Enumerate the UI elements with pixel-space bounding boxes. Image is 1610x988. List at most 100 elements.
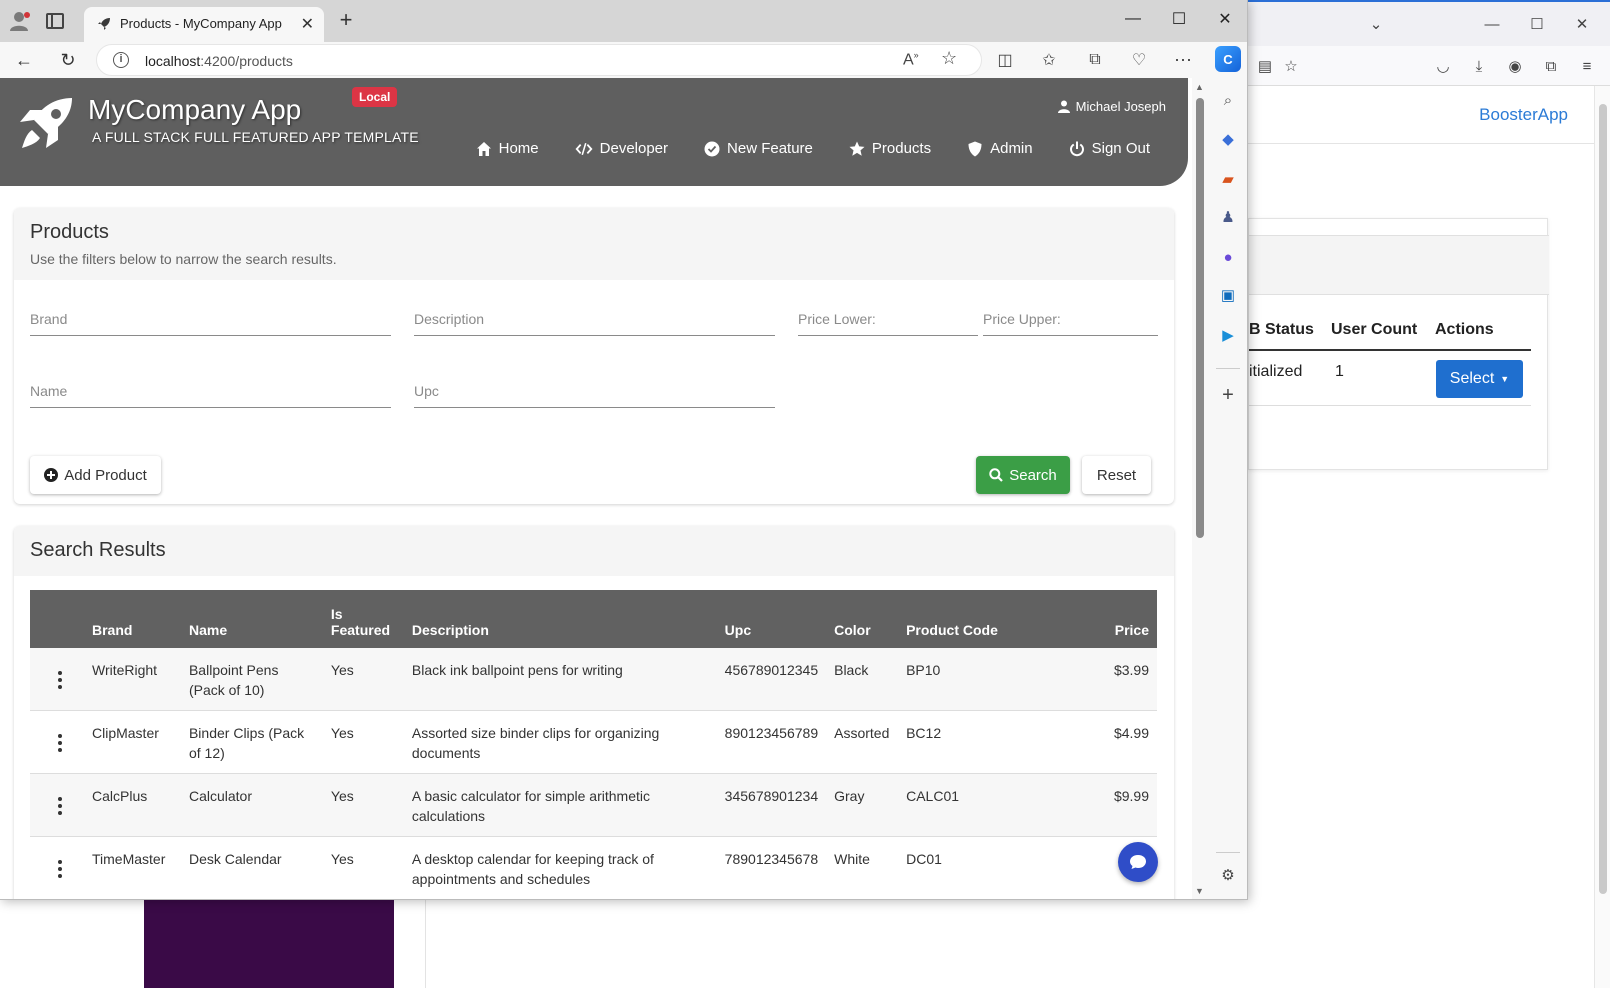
- maximize-button[interactable]: ☐: [1156, 4, 1202, 34]
- pocket-icon[interactable]: ◡: [1430, 53, 1456, 79]
- divider: [1249, 405, 1531, 406]
- background-titlebar: ⌄ — ☐ ✕: [1248, 0, 1610, 46]
- table-row[interactable]: CalcPlus Calculator Yes A basic calculat…: [30, 773, 1157, 837]
- user-menu[interactable]: Michael Joseph: [1057, 99, 1166, 114]
- refresh-icon[interactable]: ↻: [53, 45, 83, 75]
- background-card-header: [1249, 235, 1549, 295]
- menu-icon[interactable]: ≡: [1574, 53, 1600, 79]
- outlook-icon[interactable]: ▣: [1217, 284, 1239, 306]
- cell-product-code: BC12: [898, 710, 1019, 774]
- table-row[interactable]: TimeMaster Desk Calendar Yes A desktop c…: [30, 836, 1157, 899]
- browser-essentials-icon[interactable]: ♡: [1126, 47, 1152, 73]
- chevron-down-icon[interactable]: ⌄: [1362, 10, 1390, 38]
- column-header-description[interactable]: Description: [403, 590, 717, 648]
- background-card: B Status User Count Actions itialized 1 …: [1248, 218, 1549, 470]
- collections-icon[interactable]: ⧉: [1082, 47, 1108, 73]
- user-name: Michael Joseph: [1075, 99, 1166, 114]
- column-header-color[interactable]: Color: [826, 590, 899, 648]
- nav-admin[interactable]: Admin: [949, 140, 1051, 157]
- filter-card: Products Use the filters below to narrow…: [14, 208, 1174, 504]
- minimize-icon[interactable]: —: [1478, 10, 1506, 38]
- add-icon[interactable]: +: [1217, 384, 1239, 406]
- nav-new-feature-label: New Feature: [727, 140, 813, 157]
- download-icon[interactable]: ⤓: [1466, 53, 1492, 79]
- shopping-tag-icon[interactable]: ◆: [1217, 128, 1239, 150]
- brand-input[interactable]: [30, 306, 391, 332]
- nav-products[interactable]: Products: [831, 140, 949, 157]
- favorites-icon[interactable]: ✩: [1036, 47, 1062, 73]
- nav-home[interactable]: Home: [458, 140, 557, 157]
- column-header-is-featured[interactable]: Is Featured: [322, 590, 404, 648]
- search-icon[interactable]: ⌕: [1217, 89, 1239, 111]
- url-text[interactable]: localhost:4200/products: [145, 53, 293, 69]
- row-menu-icon[interactable]: [38, 856, 62, 878]
- table-row[interactable]: WriteRight Ballpoint Pens (Pack of 10) Y…: [30, 648, 1157, 711]
- nav-developer[interactable]: Developer: [557, 140, 686, 157]
- column-header-name[interactable]: Name: [180, 590, 323, 648]
- price-upper-input[interactable]: [983, 306, 1158, 332]
- name-input[interactable]: [30, 378, 391, 404]
- search-label: Search: [1009, 466, 1057, 484]
- chat-button[interactable]: [1118, 842, 1158, 882]
- site-info-icon[interactable]: i: [113, 52, 129, 68]
- more-options-icon[interactable]: ⋯: [1170, 47, 1196, 73]
- microsoft365-icon[interactable]: ●: [1217, 246, 1239, 268]
- user-icon: [1057, 100, 1070, 113]
- page-viewport: MyCompany App A FULL STACK FULL FEATURED…: [0, 78, 1192, 899]
- column-header-price[interactable]: Price: [1018, 590, 1157, 648]
- close-window-button[interactable]: ✕: [1202, 4, 1247, 34]
- tab-actions-icon[interactable]: [46, 13, 64, 29]
- price-lower-input[interactable]: [798, 306, 978, 332]
- nav-new-feature[interactable]: New Feature: [686, 140, 831, 157]
- page-scrollbar[interactable]: ▲ ▼: [1192, 78, 1208, 899]
- main-nav: Home Developer New Feature Products Admi…: [458, 140, 1168, 157]
- games-icon[interactable]: ♟: [1217, 206, 1239, 228]
- favorite-star-icon[interactable]: ☆: [941, 48, 957, 69]
- cell-name: Ballpoint Pens (Pack of 10): [180, 648, 323, 711]
- price-lower-field: [798, 306, 978, 336]
- background-brand-link[interactable]: BoosterApp: [1479, 105, 1568, 125]
- column-header-product-code[interactable]: Product Code: [898, 590, 1019, 648]
- back-arrow-icon[interactable]: ←: [9, 45, 39, 75]
- reset-button[interactable]: Reset: [1082, 456, 1151, 494]
- nav-sign-out[interactable]: Sign Out: [1051, 140, 1168, 157]
- new-tab-button[interactable]: +: [334, 9, 358, 31]
- tools-icon[interactable]: ▰: [1217, 168, 1239, 190]
- close-icon[interactable]: ✕: [1568, 10, 1596, 38]
- upc-input[interactable]: [414, 378, 775, 404]
- account-icon[interactable]: ◉: [1502, 53, 1528, 79]
- tab-close-icon[interactable]: ✕: [301, 14, 314, 34]
- rocket-logo-icon[interactable]: [14, 94, 76, 156]
- row-menu-icon[interactable]: [38, 793, 62, 815]
- bookmark-star-icon[interactable]: ☆: [1278, 53, 1304, 79]
- table-row[interactable]: ClipMaster Binder Clips (Pack of 12) Yes…: [30, 710, 1157, 774]
- address-bar[interactable]: i localhost:4200/products A» ☆: [96, 44, 982, 76]
- read-aloud-icon[interactable]: A»: [903, 50, 919, 69]
- settings-gear-icon[interactable]: ⚙: [1217, 864, 1239, 886]
- row-menu-icon[interactable]: [38, 730, 62, 752]
- copilot-icon[interactable]: C: [1215, 46, 1241, 72]
- add-product-button[interactable]: Add Product: [30, 456, 161, 494]
- extensions-icon[interactable]: ⧉: [1538, 53, 1564, 79]
- split-screen-icon[interactable]: ◫: [992, 47, 1018, 73]
- app-title[interactable]: MyCompany App: [88, 94, 301, 126]
- select-dropdown-button[interactable]: Select ▼: [1436, 360, 1523, 398]
- column-header-brand[interactable]: Brand: [83, 590, 181, 648]
- description-input[interactable]: [414, 306, 775, 332]
- tab-title: Products - MyCompany App: [120, 16, 282, 31]
- search-icon: [989, 468, 1004, 482]
- reader-view-icon[interactable]: ▤: [1252, 53, 1278, 79]
- browser-tab[interactable]: Products - MyCompany App ✕: [84, 7, 324, 42]
- maximize-icon[interactable]: ☐: [1523, 10, 1551, 38]
- purple-panel: [144, 900, 394, 988]
- minimize-button[interactable]: —: [1110, 4, 1156, 34]
- scroll-down-icon[interactable]: ▼: [1195, 886, 1204, 896]
- row-menu-icon[interactable]: [38, 667, 62, 689]
- background-scrollbar[interactable]: [1594, 86, 1610, 988]
- search-button[interactable]: Search: [976, 456, 1070, 494]
- column-header-upc[interactable]: Upc: [716, 590, 827, 648]
- scroll-up-icon[interactable]: ▲: [1195, 82, 1204, 92]
- drop-icon[interactable]: ▶: [1217, 324, 1239, 346]
- scrollbar-thumb[interactable]: [1196, 98, 1204, 538]
- brand-field: [30, 306, 391, 336]
